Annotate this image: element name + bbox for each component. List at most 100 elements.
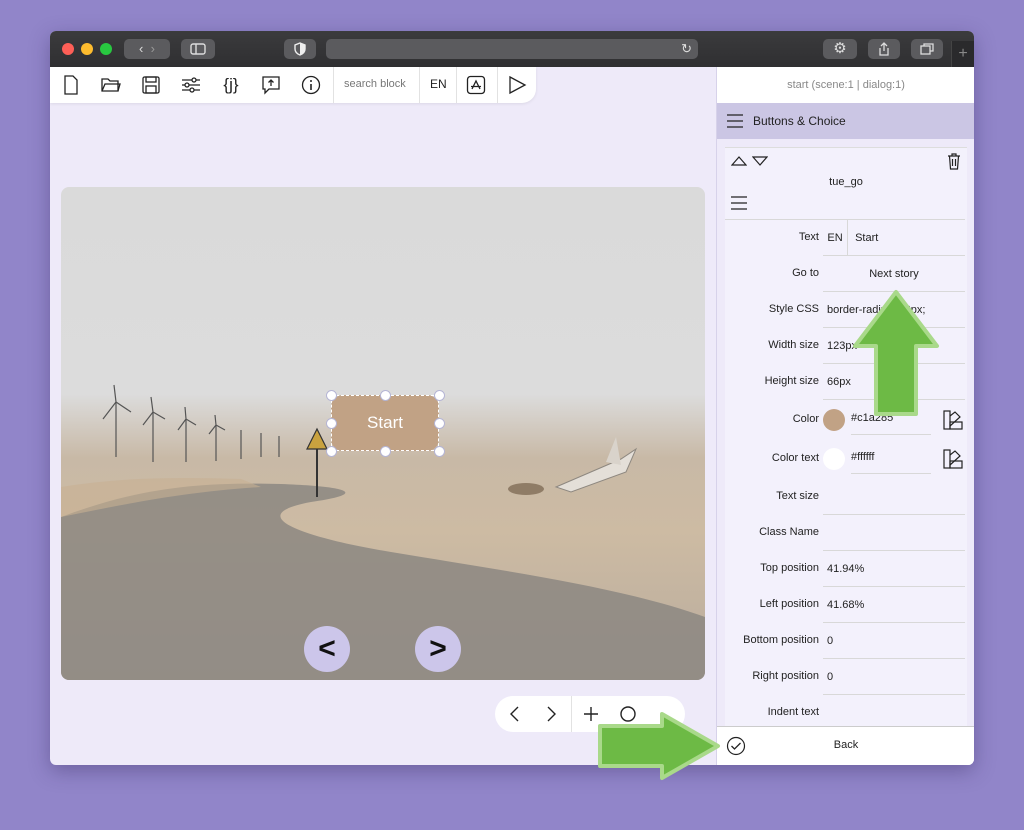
field-label: Text <box>798 231 819 243</box>
editor-toolbar: {j} search block EN <box>50 67 536 103</box>
bar-divider <box>571 696 572 732</box>
class-name-input[interactable] <box>823 515 965 551</box>
app-store-icon <box>466 75 486 95</box>
resize-handle[interactable] <box>434 390 445 401</box>
zoom-window-icon[interactable] <box>100 43 112 55</box>
chevron-left-icon[interactable]: ‹ <box>139 41 143 56</box>
address-bar[interactable]: ↻ <box>326 39 698 59</box>
scene-canvas[interactable]: Start < > <box>61 187 705 680</box>
close-window-icon[interactable] <box>62 43 74 55</box>
field-label: Width size <box>768 339 819 351</box>
resize-handle[interactable] <box>380 446 391 457</box>
json-button[interactable]: {j} <box>218 73 244 97</box>
save-button[interactable] <box>138 73 164 97</box>
field-label: Text size <box>776 490 819 502</box>
save-icon <box>142 76 160 94</box>
field-label: Go to <box>792 267 819 279</box>
language-selector[interactable]: EN <box>430 77 447 91</box>
text-language-badge[interactable]: EN <box>823 220 848 256</box>
chevron-right-icon <box>547 706 556 722</box>
privacy-shield-button[interactable] <box>284 39 316 59</box>
field-label: Class Name <box>759 526 819 538</box>
new-tab-button[interactable]: + <box>951 41 974 67</box>
tabs-overview-button[interactable] <box>911 39 943 59</box>
title-bar: ‹ › ↻ ⚙ + <box>50 31 974 67</box>
toolbar-divider <box>333 67 334 103</box>
button-block: tue_go Text EN Start Go to Next story St… <box>725 147 967 728</box>
chevron-left-icon <box>510 706 519 722</box>
resize-handle[interactable] <box>434 446 445 457</box>
right-position-input[interactable]: 0 <box>823 659 965 695</box>
new-file-button[interactable] <box>58 73 84 97</box>
field-left-position: Left position 41.68% <box>725 587 967 623</box>
settings-button[interactable] <box>178 73 204 97</box>
resize-handle[interactable] <box>434 418 445 429</box>
next-scene-button[interactable] <box>541 704 561 724</box>
top-position-input[interactable]: 41.94% <box>823 551 965 587</box>
field-label: Height size <box>764 375 819 387</box>
bottom-position-input[interactable]: 0 <box>823 623 965 659</box>
play-button[interactable] <box>504 73 530 97</box>
info-button[interactable] <box>298 73 324 97</box>
app-store-button[interactable] <box>463 73 489 97</box>
extension-button[interactable]: ⚙ <box>823 39 857 59</box>
folder-icon <box>101 78 121 92</box>
gear-icon: ⚙ <box>833 40 847 57</box>
field-text-size: Text size <box>725 479 967 515</box>
chevron-right-icon[interactable]: › <box>151 41 155 56</box>
json-braces-icon: {j} <box>223 75 239 94</box>
share-button[interactable] <box>868 39 900 59</box>
resize-handle[interactable] <box>380 390 391 401</box>
new-file-icon <box>64 75 78 95</box>
palette-icon[interactable] <box>943 449 963 469</box>
arrow-right-icon <box>598 712 720 780</box>
minimize-window-icon[interactable] <box>81 43 93 55</box>
color-text-input[interactable]: #ffffff <box>851 441 931 474</box>
scene-prev-button[interactable]: < <box>304 626 350 672</box>
panel-header: start (scene:1 | dialog:1) <box>717 67 974 103</box>
field-class-name: Class Name <box>725 515 967 551</box>
text-color-swatch[interactable] <box>823 448 845 470</box>
upload-bubble-icon <box>262 76 280 95</box>
text-input[interactable]: Start <box>851 232 878 244</box>
field-top-position: Top position 41.94% <box>725 551 967 587</box>
sidebar-toggle-button[interactable] <box>181 39 215 59</box>
toolbar-divider <box>419 67 420 103</box>
panel-footer: Back <box>717 726 974 765</box>
field-label: Left position <box>759 598 819 610</box>
selection-box <box>331 395 439 451</box>
shield-icon <box>294 42 306 56</box>
prev-scene-button[interactable] <box>505 704 525 724</box>
back-forward-buttons[interactable]: ‹ › <box>124 39 170 59</box>
field-label: Indent text <box>767 706 819 718</box>
move-up-icon[interactable] <box>731 156 747 166</box>
section-header[interactable]: Buttons & Choice <box>717 103 974 139</box>
trash-icon[interactable] <box>947 153 961 170</box>
palette-icon[interactable] <box>943 410 963 430</box>
tabs-icon <box>920 43 934 55</box>
field-bottom-position: Bottom position 0 <box>725 623 967 659</box>
back-button[interactable]: Back <box>717 739 974 751</box>
scene-next-button[interactable]: > <box>415 626 461 672</box>
resize-handle[interactable] <box>326 418 337 429</box>
goto-select[interactable]: Next story <box>823 256 965 292</box>
field-label: Right position <box>752 670 819 682</box>
left-position-input[interactable]: 41.68% <box>823 587 965 623</box>
field-label: Color text <box>771 452 819 464</box>
field-right-position: Right position 0 <box>725 659 967 695</box>
info-icon <box>301 75 321 95</box>
drag-menu-icon[interactable] <box>731 196 747 210</box>
resize-handle[interactable] <box>326 446 337 457</box>
field-label: Top position <box>760 562 819 574</box>
publish-button[interactable] <box>258 73 284 97</box>
search-block-input[interactable]: search block <box>344 78 406 90</box>
open-folder-button[interactable] <box>98 73 124 97</box>
menu-icon[interactable] <box>727 114 743 128</box>
reload-icon[interactable]: ↻ <box>681 39 692 59</box>
browser-window: ‹ › ↻ ⚙ + {j} search block EN Start < > … <box>50 31 974 765</box>
color-swatch[interactable] <box>823 409 845 431</box>
toolbar-divider <box>497 67 498 103</box>
move-down-icon[interactable] <box>752 156 768 166</box>
text-size-input[interactable] <box>823 479 965 515</box>
resize-handle[interactable] <box>326 390 337 401</box>
